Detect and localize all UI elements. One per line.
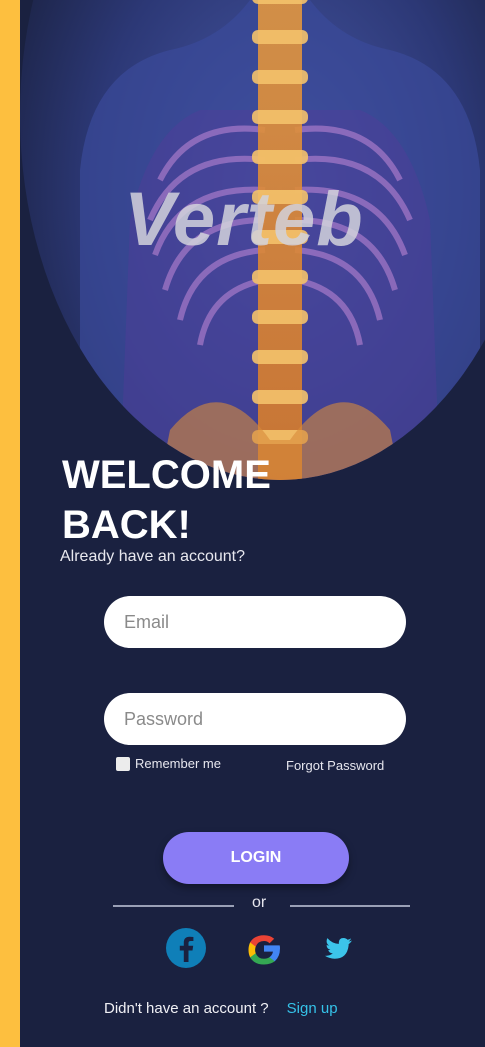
login-screen: Verteb WELCOME BACK! Already have an acc… — [20, 0, 485, 1047]
password-input[interactable] — [104, 693, 406, 745]
brand-logo-text: Verteb — [124, 177, 364, 262]
facebook-icon[interactable] — [164, 926, 208, 970]
or-separator: or — [252, 894, 267, 911]
signup-prompt: Didn't have an account ? — [104, 1000, 269, 1017]
divider-right — [290, 905, 410, 907]
login-button[interactable]: LOGIN — [163, 832, 349, 884]
welcome-line-2: BACK! — [62, 503, 191, 547]
twitter-icon[interactable] — [320, 926, 364, 970]
email-input[interactable] — [104, 596, 406, 648]
remember-me-checkbox[interactable] — [116, 756, 130, 771]
welcome-heading: WELCOME BACK! — [62, 450, 271, 550]
account-subtitle: Already have an account? — [60, 548, 246, 565]
signup-link[interactable]: Sign up — [287, 1000, 338, 1017]
remember-me[interactable]: Remember me — [116, 756, 221, 771]
welcome-line-1: WELCOME — [62, 453, 271, 497]
divider-left — [113, 905, 234, 907]
forgot-password-link[interactable]: Forgot Password — [286, 758, 384, 773]
google-icon[interactable] — [242, 926, 286, 970]
remember-me-label: Remember me — [135, 756, 221, 771]
signup-row: Didn't have an account ? Sign up — [104, 1000, 338, 1017]
